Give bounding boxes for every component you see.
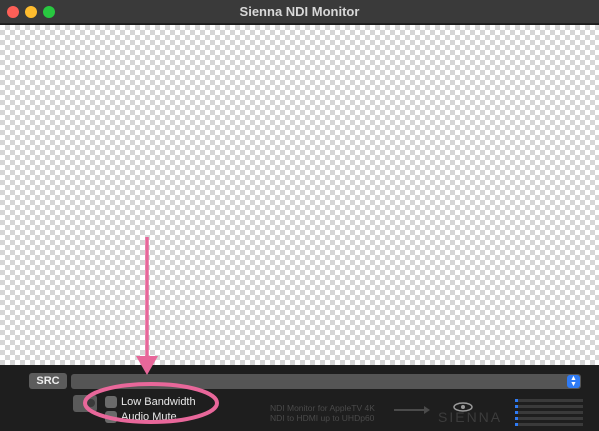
brand-wordmark: SIENNA: [438, 409, 503, 425]
lock-button[interactable]: [73, 395, 97, 412]
src-button[interactable]: SRC: [29, 373, 67, 389]
promo-text: NDI Monitor for AppleTV 4K NDI to HDMI u…: [270, 403, 375, 423]
audio-meters: [515, 399, 583, 429]
audio-meter-3: [515, 411, 583, 414]
low-bandwidth-label: Low Bandwidth: [121, 396, 196, 408]
promo-line-1: NDI Monitor for AppleTV 4K: [270, 403, 375, 413]
low-bandwidth-checkbox[interactable]: [105, 396, 117, 408]
audio-meter-level: [515, 399, 518, 402]
control-bar: SRC ▲ ▼ Low Bandwidth Audio Mute NDI Moni…: [0, 365, 599, 431]
audio-mute-label: Audio Mute: [121, 411, 177, 423]
audio-meter-level: [515, 411, 518, 414]
audio-meter-2: [515, 405, 583, 408]
window-title: Sienna NDI Monitor: [239, 4, 360, 19]
source-select[interactable]: ▲ ▼: [71, 374, 581, 389]
audio-mute-option[interactable]: Audio Mute: [105, 411, 177, 423]
promo-line-2: NDI to HDMI up to UHDp60: [270, 413, 375, 423]
audio-mute-checkbox[interactable]: [105, 411, 117, 423]
video-preview-canvas: [0, 25, 599, 365]
audio-meter-4: [515, 417, 583, 420]
audio-meter-level: [515, 417, 518, 420]
audio-meter-level: [515, 423, 518, 426]
audio-meter-5: [515, 423, 583, 426]
arrow-right-icon: [394, 406, 430, 414]
audio-meter-1: [515, 399, 583, 402]
low-bandwidth-option[interactable]: Low Bandwidth: [105, 396, 196, 408]
chevron-updown-icon: ▲ ▼: [567, 375, 580, 388]
lock-icon: [87, 399, 95, 407]
audio-meter-level: [515, 405, 518, 408]
title-bar: Sienna NDI Monitor: [0, 0, 599, 24]
